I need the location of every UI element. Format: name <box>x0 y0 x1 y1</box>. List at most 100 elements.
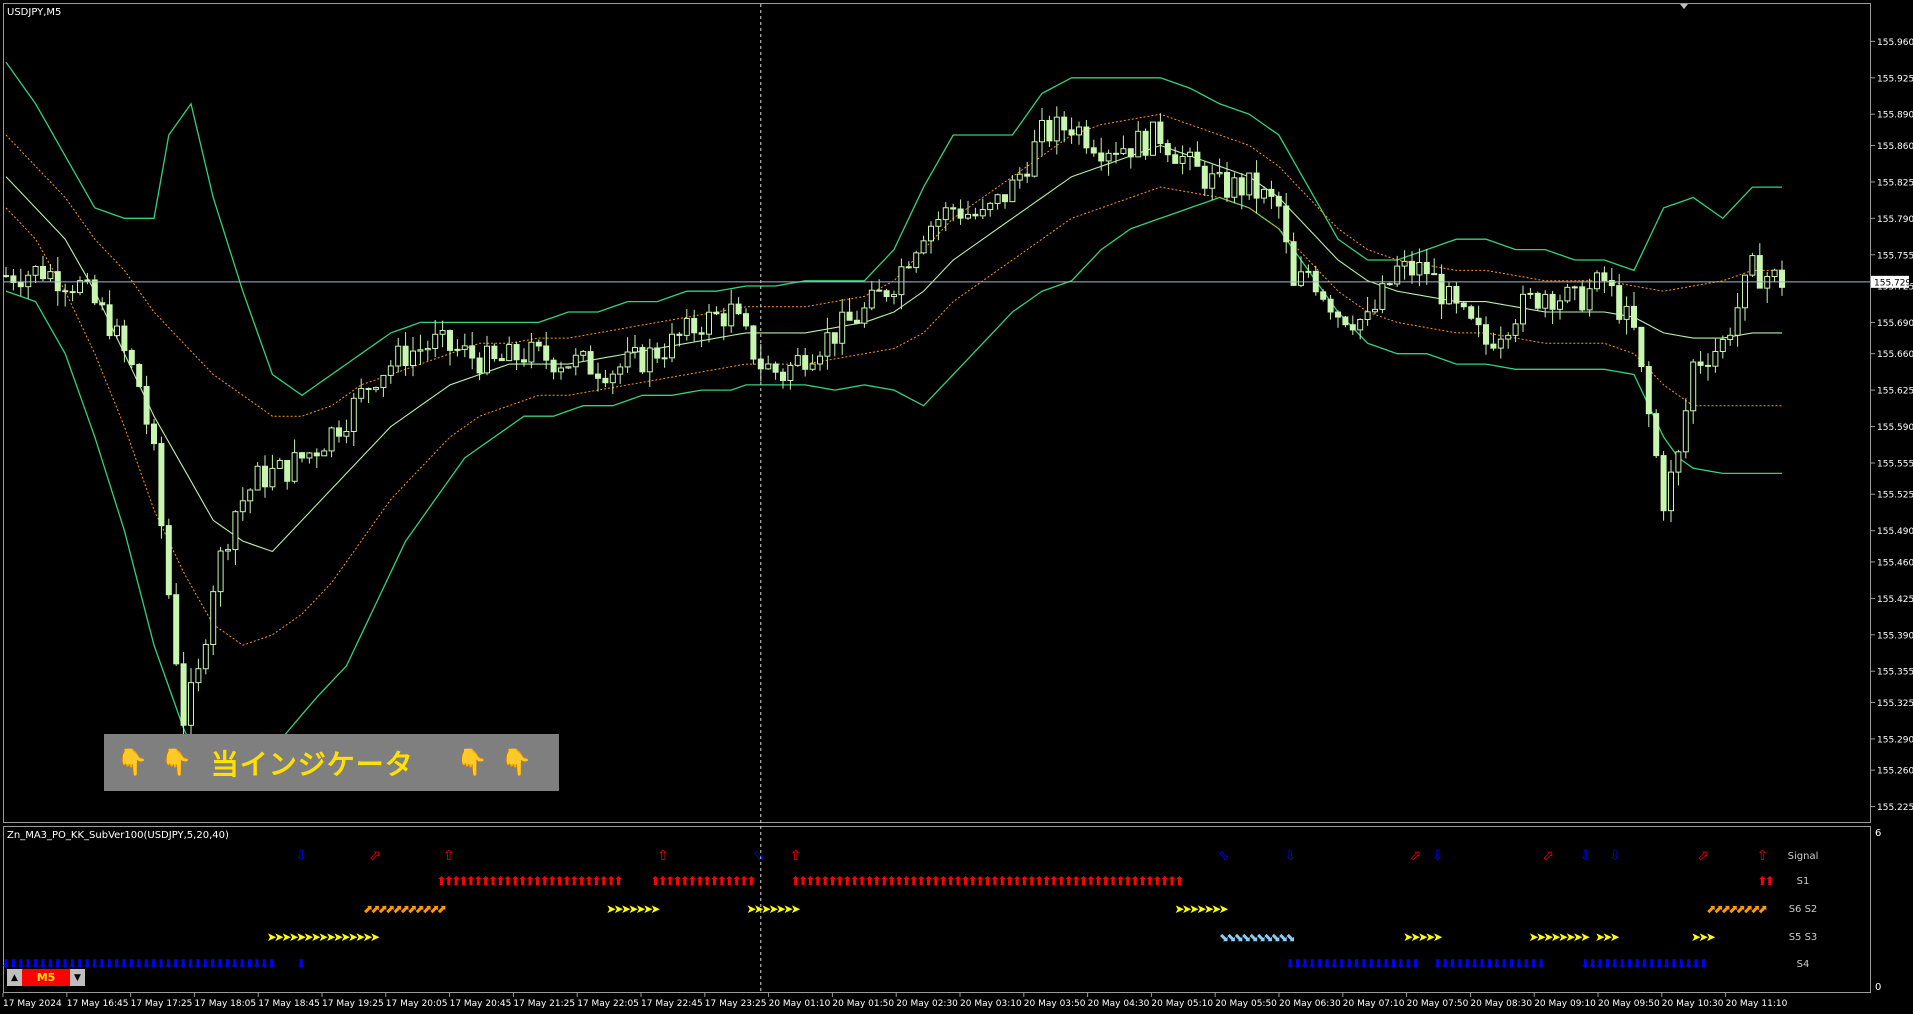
candle-body <box>328 427 335 452</box>
candle-body <box>143 385 150 425</box>
candle-body <box>498 358 505 362</box>
trading-chart-canvas[interactable]: USDJPY,M5 Zn_MA3_PO_KK_SubVer100(USDJPY,… <box>0 0 1913 1014</box>
candle-body <box>439 330 446 335</box>
x-tick-label: 20 May 02:30 <box>896 999 958 1009</box>
candle-body <box>173 594 180 665</box>
candle-body <box>1601 272 1608 281</box>
candle-body <box>3 275 9 278</box>
candle-body <box>987 202 994 211</box>
candle-body <box>1275 195 1282 207</box>
candle-body <box>1705 364 1711 367</box>
timeframe-label[interactable]: M5 <box>22 969 70 986</box>
y-tick-label: 155.290 <box>1877 735 1913 745</box>
signal-arrow: ⇧ <box>657 848 669 864</box>
candle-body <box>432 333 439 350</box>
candle-body <box>276 459 283 469</box>
signal-mark: ⬆ <box>614 874 624 888</box>
candle-body <box>1446 286 1452 305</box>
candle-body <box>728 303 735 327</box>
candle-body <box>646 347 653 373</box>
signal-arrow: ⬀ <box>1410 848 1422 864</box>
candle-body <box>513 344 520 361</box>
candle-body <box>787 364 794 381</box>
candle-body <box>387 365 394 376</box>
candle-body <box>1571 286 1578 289</box>
candle-body <box>1690 361 1697 412</box>
candle-body <box>484 345 490 374</box>
sub-row-label: S6 S2 <box>1789 904 1818 915</box>
x-tick-label: 20 May 07:50 <box>1407 999 1469 1009</box>
main-chart-frame <box>3 3 1871 823</box>
candle-body <box>713 311 720 315</box>
x-tick-label: 20 May 04:30 <box>1088 999 1150 1009</box>
candle-body <box>1719 338 1726 352</box>
y-tick-label: 155.590 <box>1877 423 1913 433</box>
candle-body <box>883 290 890 298</box>
candle-body <box>972 213 979 217</box>
candle-body <box>550 359 557 373</box>
candle-body <box>683 317 690 336</box>
candle-body <box>1660 455 1667 512</box>
candle-body <box>424 348 431 351</box>
signal-arrow: ⇧ <box>790 848 802 864</box>
x-tick-label: 20 May 01:50 <box>832 999 894 1009</box>
candle-body <box>1238 177 1245 196</box>
candle-body <box>1542 293 1549 309</box>
candle-body <box>1187 151 1193 157</box>
candle-body <box>1453 286 1460 304</box>
candle-body <box>32 266 39 276</box>
candle-body <box>1623 305 1630 320</box>
signal-mark: ➤ <box>1580 930 1590 944</box>
timeframe-up-button[interactable]: ▲ <box>7 969 22 986</box>
candle-body <box>1342 316 1349 326</box>
candle-body <box>1527 292 1534 295</box>
candle-body <box>1438 273 1445 305</box>
candle-body <box>1364 311 1371 321</box>
candle-body <box>47 271 54 280</box>
candle-body <box>395 345 402 367</box>
shift-marker-icon[interactable] <box>1680 4 1688 9</box>
candle-body <box>1401 260 1408 267</box>
y-tick-label: 155.825 <box>1877 178 1913 188</box>
candle-body <box>602 377 609 384</box>
indicator-banner: 👇 👇 当インジケータ 👇 👇 <box>104 734 559 791</box>
pointing-down-hand-icon: 👇 <box>116 747 149 778</box>
candle-body <box>1697 361 1704 366</box>
candle-body <box>321 450 328 457</box>
candle-body <box>1194 151 1201 167</box>
y-tick-label: 155.460 <box>1877 558 1913 568</box>
candle-body <box>794 355 801 366</box>
x-tick-label: 17 May 23:25 <box>705 999 767 1009</box>
y-tick-label: 155.790 <box>1877 215 1913 225</box>
y-tick-label: 155.890 <box>1877 111 1913 121</box>
candle-body <box>1090 147 1097 154</box>
candle-body <box>1231 177 1238 198</box>
candle-body <box>1779 269 1785 288</box>
candle-body <box>1113 152 1119 155</box>
candles <box>3 106 1785 739</box>
candle-body <box>1127 148 1134 158</box>
candle-body <box>876 289 883 292</box>
candle-body <box>128 349 135 366</box>
candle-body <box>735 303 742 315</box>
candle-body <box>106 304 113 337</box>
sub-scale-min: 0 <box>1875 982 1881 993</box>
candle-body <box>817 355 823 365</box>
candle-body <box>136 364 143 387</box>
y-tick-label: 155.325 <box>1877 699 1913 709</box>
candle-body <box>91 279 98 304</box>
signal-mark: ⬆ <box>746 874 756 888</box>
candle-body <box>1653 413 1660 457</box>
sub-scale-max: 6 <box>1875 828 1881 839</box>
symbol-title: USDJPY,M5 <box>7 7 61 18</box>
candle-body <box>1431 273 1438 276</box>
candle-body <box>17 282 24 288</box>
candle-body <box>1520 293 1526 325</box>
signal-mark: ⬇ <box>1536 957 1546 971</box>
x-tick-label: 20 May 09:50 <box>1598 999 1660 1009</box>
timeframe-down-button[interactable]: ▼ <box>70 969 85 986</box>
candle-body <box>461 345 468 350</box>
signal-mark: ⬇ <box>267 957 277 971</box>
signal-arrow: ⇩ <box>1579 848 1591 864</box>
candle-body <box>1209 173 1216 189</box>
